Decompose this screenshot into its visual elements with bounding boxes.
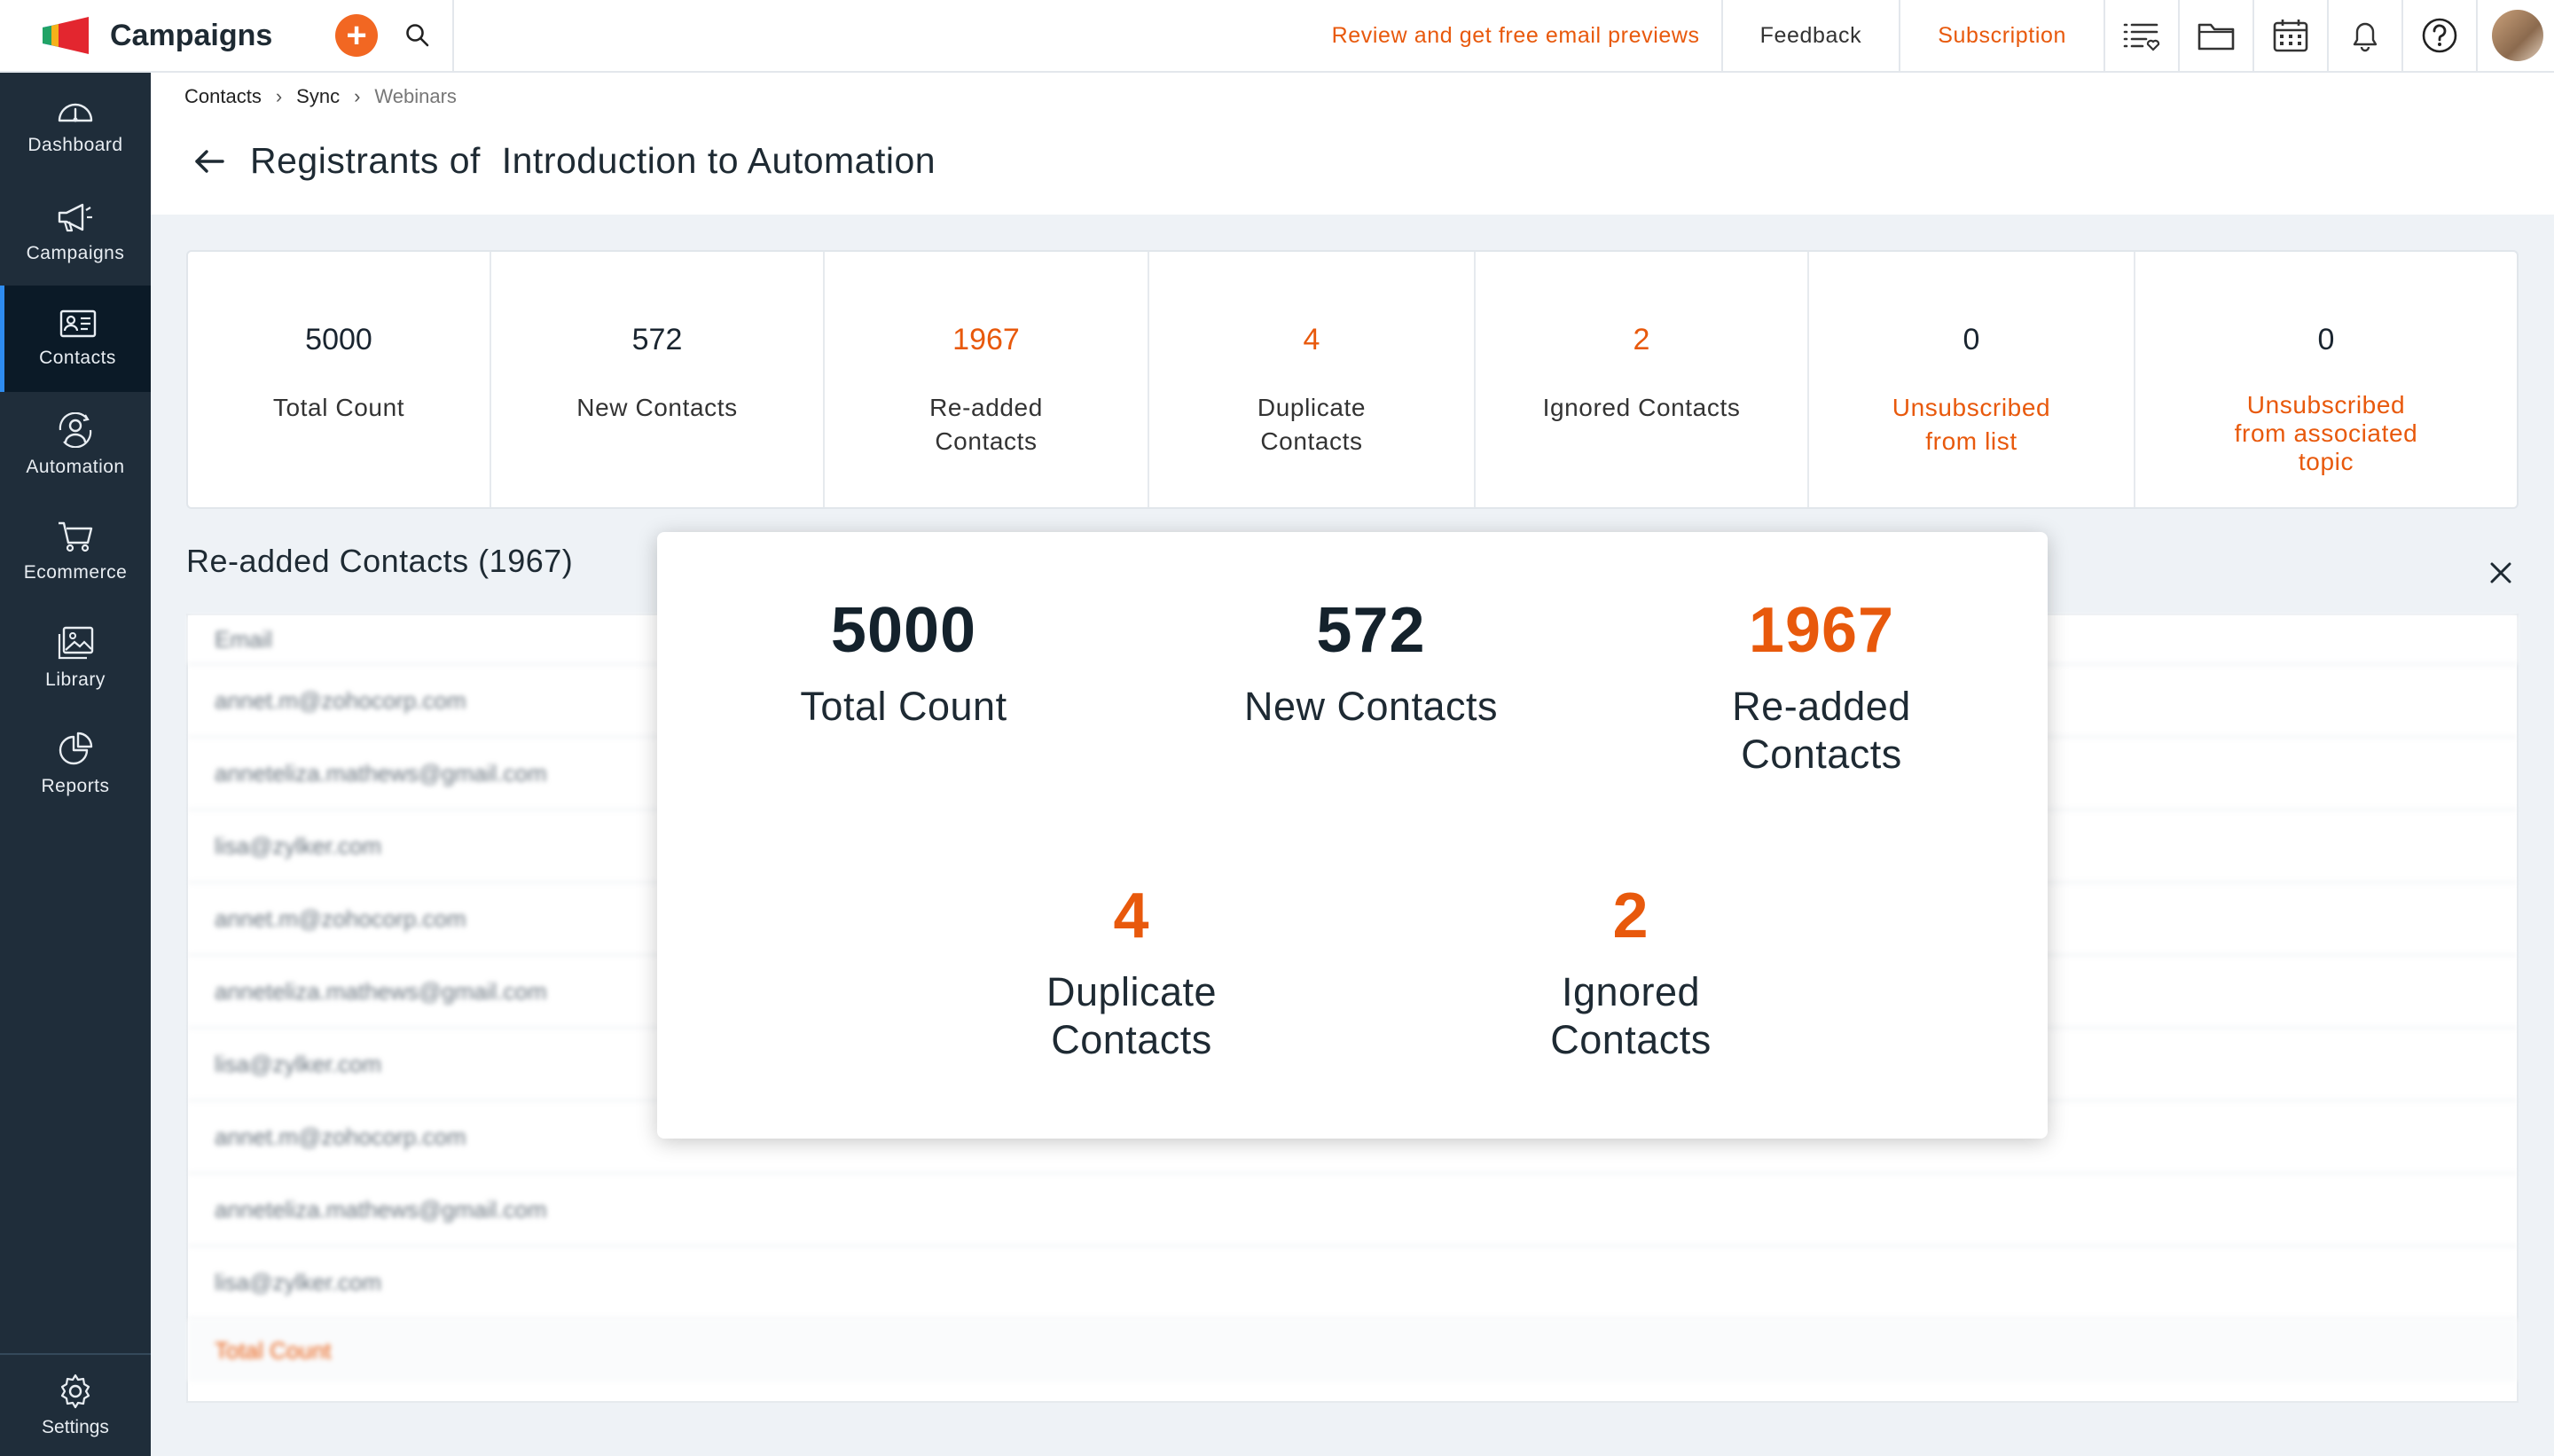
popup-stat-label: Total Count: [800, 684, 1007, 729]
stat-label: Ignored Contacts: [1542, 394, 1741, 421]
help-button[interactable]: [2403, 0, 2478, 72]
review-previews-link[interactable]: Review and get free email previews: [1311, 0, 1723, 72]
chevron-right-icon: ›: [354, 85, 361, 107]
notifications-button[interactable]: [2329, 0, 2403, 72]
page-title-row: Registrants of Introduction to Automatio…: [193, 140, 936, 182]
popup-stat-duplicate: 4 Duplicate Contacts: [1046, 880, 1217, 1064]
chevron-right-icon: ›: [275, 85, 283, 107]
popup-stat-label: Ignored Contacts: [1550, 969, 1712, 1062]
list-menu-button[interactable]: [2105, 0, 2180, 72]
sidebar-item-library[interactable]: Library: [0, 605, 151, 711]
sidebar: Dashboard Campaigns Contacts Automation …: [0, 73, 151, 1456]
automation-icon: [59, 412, 92, 448]
list-heart-icon: [2123, 23, 2160, 51]
dashboard-icon: [58, 103, 93, 122]
back-arrow-icon[interactable]: [193, 148, 225, 175]
sidebar-settings-label: Settings: [42, 1417, 109, 1437]
stat-label: New Contacts: [576, 394, 738, 421]
help-icon: [2422, 18, 2457, 53]
stat-label: Total Count: [272, 394, 405, 421]
sidebar-item-label: Reports: [41, 776, 110, 796]
stat-value: 5000: [305, 323, 372, 356]
sidebar-item-reports[interactable]: Reports: [0, 711, 151, 818]
page-header: Contacts › Sync › Webinars Registrants o…: [151, 73, 2554, 215]
popup-stat-value: 2: [1612, 881, 1649, 951]
calendar-button[interactable]: [2254, 0, 2329, 72]
stat-unsubscribed-from-list: 0 Unsubscribed from list: [1809, 252, 2135, 507]
app-name: Campaigns: [110, 18, 273, 52]
stats-card: 5000 Total Count 572 New Contacts 1967 R…: [186, 250, 2519, 509]
breadcrumb: Contacts › Sync › Webinars: [184, 85, 457, 108]
popup-stat-label: Duplicate Contacts: [1046, 969, 1218, 1062]
sidebar-item-automation[interactable]: Automation: [0, 392, 151, 498]
subscription-link[interactable]: Subscription: [1900, 0, 2105, 72]
sidebar-item-label: Dashboard: [27, 135, 123, 155]
stat-new-contacts[interactable]: 572 New Contacts: [491, 252, 825, 507]
page-title: Registrants of Introduction to Automatio…: [250, 140, 936, 181]
gear-icon: [60, 1374, 90, 1409]
brand[interactable]: Campaigns: [0, 0, 325, 72]
top-bar: Campaigns + Review and get free email pr…: [0, 0, 2554, 73]
sidebar-item-contacts[interactable]: Contacts: [0, 286, 151, 392]
stat-value: 0: [2317, 323, 2335, 356]
stat-value: 2: [1633, 323, 1650, 356]
stat-value: 4: [1303, 323, 1320, 356]
sidebar-item-label: Campaigns: [26, 243, 125, 263]
pie-chart-icon: [59, 732, 93, 765]
folder-button[interactable]: [2180, 0, 2254, 72]
sidebar-item-dashboard[interactable]: Dashboard: [0, 73, 151, 179]
zoom-summary-popup: 5000 Total Count 572 New Contacts 1967 R…: [657, 532, 2048, 1139]
breadcrumb-webinars: Webinars: [374, 85, 457, 107]
breadcrumb-contacts[interactable]: Contacts: [184, 85, 262, 108]
popup-stat-label: Re-added Contacts: [1732, 684, 1911, 777]
calendar-icon: [2273, 20, 2308, 52]
stat-value: 0: [1963, 323, 1980, 356]
popup-stat-value: 4: [1113, 881, 1150, 951]
table-row: anneteliza.mathews@gmail.com: [188, 1174, 2517, 1247]
stat-label: Duplicate Contacts: [1257, 394, 1367, 455]
sidebar-item-label: Automation: [26, 457, 125, 477]
cart-icon: [59, 521, 93, 552]
sidebar-item-ecommerce[interactable]: Ecommerce: [0, 498, 151, 605]
popup-stat-value: 1967: [1748, 595, 1895, 666]
stat-label: Unsubscribed from list: [1892, 394, 2051, 455]
breadcrumb-sync[interactable]: Sync: [296, 85, 340, 108]
search-button[interactable]: [383, 0, 454, 72]
stat-total-count: 5000 Total Count: [188, 252, 491, 507]
folder-icon: [2198, 23, 2235, 51]
stat-value: 572: [631, 323, 683, 356]
sidebar-item-label: Contacts: [39, 348, 116, 368]
stat-ignored-contacts[interactable]: 2 Ignored Contacts: [1476, 252, 1809, 507]
sidebar-item-campaigns[interactable]: Campaigns: [0, 179, 151, 286]
table-footer: Total Count: [188, 1319, 2517, 1382]
popup-stat-value: 5000: [830, 595, 977, 666]
campaigns-logo-icon: [43, 17, 89, 54]
popup-stat-new: 572 New Contacts: [1244, 594, 1498, 731]
user-avatar[interactable]: [2492, 10, 2543, 61]
close-icon[interactable]: [2485, 557, 2517, 589]
sidebar-item-label: Ecommerce: [23, 562, 128, 583]
stat-unsubscribed-from-topic: 0 Unsubscribed from associated topic: [2135, 252, 2517, 507]
section-title: Re-added Contacts (1967): [186, 543, 574, 579]
bell-icon: [2353, 22, 2378, 52]
sidebar-item-settings[interactable]: Settings: [0, 1353, 151, 1456]
popup-stat-total: 5000 Total Count: [800, 594, 1007, 731]
sidebar-item-label: Library: [45, 669, 106, 690]
contact-card-icon: [59, 309, 96, 338]
search-icon: [406, 24, 429, 47]
stat-value: 1967: [952, 323, 1020, 356]
stat-label: Re-added Contacts: [929, 394, 1043, 455]
stat-duplicate-contacts[interactable]: 4 Duplicate Contacts: [1149, 252, 1476, 507]
stat-readded-contacts[interactable]: 1967 Re-added Contacts: [825, 252, 1149, 507]
popup-stat-value: 572: [1316, 595, 1426, 666]
feedback-link[interactable]: Feedback: [1723, 0, 1901, 72]
megaphone-icon: [58, 203, 92, 232]
create-new-button[interactable]: +: [335, 14, 378, 57]
popup-stat-readded: 1967 Re-added Contacts: [1732, 594, 1911, 779]
popup-stat-ignored: 2 Ignored Contacts: [1550, 880, 1712, 1064]
popup-stat-label: New Contacts: [1243, 684, 1499, 729]
table-row: lisa@zylker.com: [188, 1247, 2517, 1319]
stat-label: Unsubscribed from associated topic: [2234, 391, 2418, 475]
image-library-icon: [58, 626, 94, 660]
